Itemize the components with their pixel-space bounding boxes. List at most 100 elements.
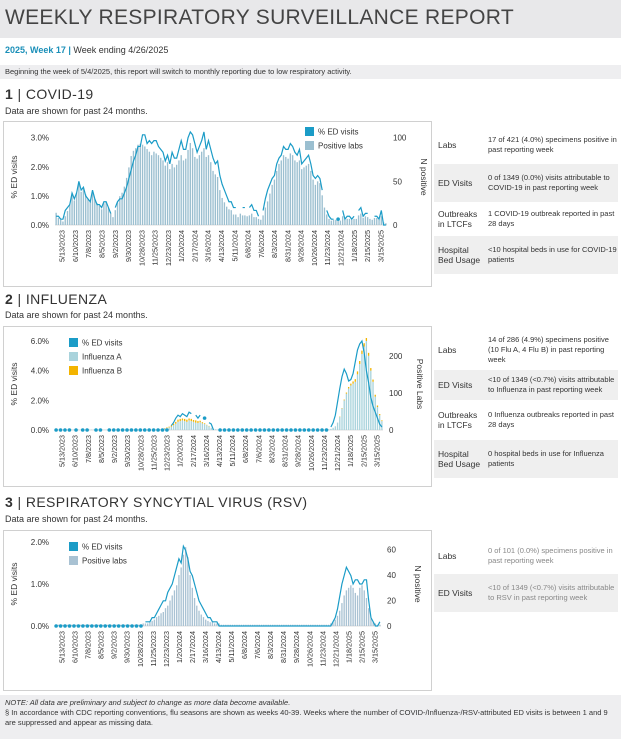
bar xyxy=(164,165,166,225)
week-label: 2025, Week 17 xyxy=(5,45,66,55)
bar xyxy=(356,374,359,430)
chart-influenza: 0.0% 2.0% 4.0% 6.0% 0 100 200 % ED visits Positi… xyxy=(9,337,425,471)
bar xyxy=(232,214,235,225)
summary-label: ED Visits xyxy=(438,380,473,390)
ed-visits-point xyxy=(298,428,302,432)
bar xyxy=(363,590,365,626)
x-tick-label: 2/17/2024 xyxy=(188,631,197,663)
bar xyxy=(339,417,341,430)
bar xyxy=(214,174,216,225)
ed-visits-point xyxy=(63,624,67,628)
ed-visits-point xyxy=(67,428,72,432)
bar xyxy=(207,620,209,626)
x-tick-label: 11/25/2023 xyxy=(149,435,158,470)
y2-tick-label: 200 xyxy=(389,352,403,361)
bar xyxy=(80,191,82,225)
x-tick-label: 11/25/2023 xyxy=(149,631,158,666)
x-tick-label: 9/2/2023 xyxy=(110,435,119,463)
bar xyxy=(336,615,339,626)
ed-visits-point xyxy=(58,428,63,432)
y2-tick-label: 0 xyxy=(387,622,392,631)
ed-visits-point xyxy=(249,428,253,432)
bar xyxy=(185,158,187,225)
legend-swatch xyxy=(305,127,314,136)
x-tick-label: 7/8/2023 xyxy=(84,435,93,463)
x-tick-label: 3/15/2025 xyxy=(370,631,379,663)
x-tick-label: 8/5/2023 xyxy=(97,435,106,463)
section-title-covid: 1 | COVID-19 xyxy=(5,86,94,102)
section-subtitle-rsv: Data are shown for past 24 months. xyxy=(5,514,148,524)
chart-covid: 0.0% 1.0% 2.0% 3.0% 0 50 100 % ED visits N posit… xyxy=(9,127,429,266)
x-tick-label: 11/23/2024 xyxy=(320,435,329,470)
bar xyxy=(326,214,328,225)
bar xyxy=(75,192,78,225)
y2-tick-label: 60 xyxy=(387,546,396,555)
bar xyxy=(195,422,197,430)
ed-visits-point xyxy=(81,624,85,628)
x-tick-label: 9/28/2024 xyxy=(292,631,301,663)
bar xyxy=(319,183,321,225)
bar xyxy=(181,418,184,421)
bar xyxy=(196,605,198,626)
ed-visits-point xyxy=(311,428,315,432)
bar xyxy=(291,155,294,225)
bar xyxy=(195,420,197,423)
bar xyxy=(179,421,181,430)
x-tick-label: 8/31/2024 xyxy=(283,230,292,262)
ed-visits-point xyxy=(147,428,151,432)
summary-label: Hospital Bed Usage xyxy=(438,449,481,469)
legend-label: Influenza B xyxy=(82,367,122,376)
x-tick-label: 8/31/2024 xyxy=(279,631,288,663)
bar xyxy=(352,587,354,626)
bar xyxy=(208,426,210,430)
bar xyxy=(114,210,116,225)
bar xyxy=(330,428,332,430)
bar xyxy=(146,623,149,626)
ed-visits-point xyxy=(280,428,284,432)
bar xyxy=(148,151,151,225)
ed-visits-point xyxy=(218,428,222,432)
bar xyxy=(98,205,101,225)
summary-row: ED Visits <10 of 1349 (<0.7%) visits attr… xyxy=(434,574,618,613)
bar xyxy=(289,153,292,225)
x-tick-label: 11/23/2024 xyxy=(318,631,327,666)
summary-value: 0 of 1349 (0.0%) visits attributable to … xyxy=(488,173,610,192)
y2-tick-label: 100 xyxy=(393,134,407,143)
x-tick-label: 4/13/2024 xyxy=(217,230,226,262)
bar xyxy=(169,169,171,225)
bar xyxy=(379,624,381,626)
x-tick-label: 4/13/2024 xyxy=(215,435,224,467)
ed-visits-point xyxy=(85,624,90,628)
bar xyxy=(345,393,348,430)
y2-tick-label: 0 xyxy=(389,426,394,435)
bar xyxy=(360,213,362,225)
x-tick-label: 7/6/2024 xyxy=(254,435,263,463)
summary-label: Labs xyxy=(438,550,457,561)
report-title: WEEKLY RESPIRATORY SURVEILLANCE REPORT xyxy=(5,6,514,29)
x-tick-label: 10/28/2023 xyxy=(136,631,145,667)
bar xyxy=(359,363,361,430)
bar xyxy=(178,575,180,626)
bar xyxy=(192,419,195,422)
bar xyxy=(100,209,103,225)
ed-visits-point xyxy=(94,428,98,432)
ed-visits-point xyxy=(336,217,340,221)
x-tick-label: 4/13/2024 xyxy=(214,631,223,663)
y2-tick-label: 40 xyxy=(387,571,396,580)
bar xyxy=(361,585,363,626)
summary-value: <10 hospital beds in use for COVID-19 pa… xyxy=(488,245,617,264)
bar xyxy=(193,598,196,626)
x-tick-label: 9/28/2024 xyxy=(294,435,303,467)
ed-visits-point xyxy=(160,428,165,432)
ed-visits-point xyxy=(130,624,134,628)
bar xyxy=(139,143,141,225)
summary-row: Labs 17 of 421 (4.0%) specimens positive … xyxy=(434,127,618,164)
x-tick-label: 8/3/2024 xyxy=(267,435,276,463)
week-ending: Week ending 4/26/2025 xyxy=(73,45,169,55)
legend-label: % ED visits xyxy=(82,543,122,552)
ed-visits-point xyxy=(165,428,169,432)
bar xyxy=(205,156,207,225)
bar xyxy=(197,422,199,430)
bar xyxy=(201,422,204,424)
x-tick-label: 9/30/2023 xyxy=(124,230,133,262)
